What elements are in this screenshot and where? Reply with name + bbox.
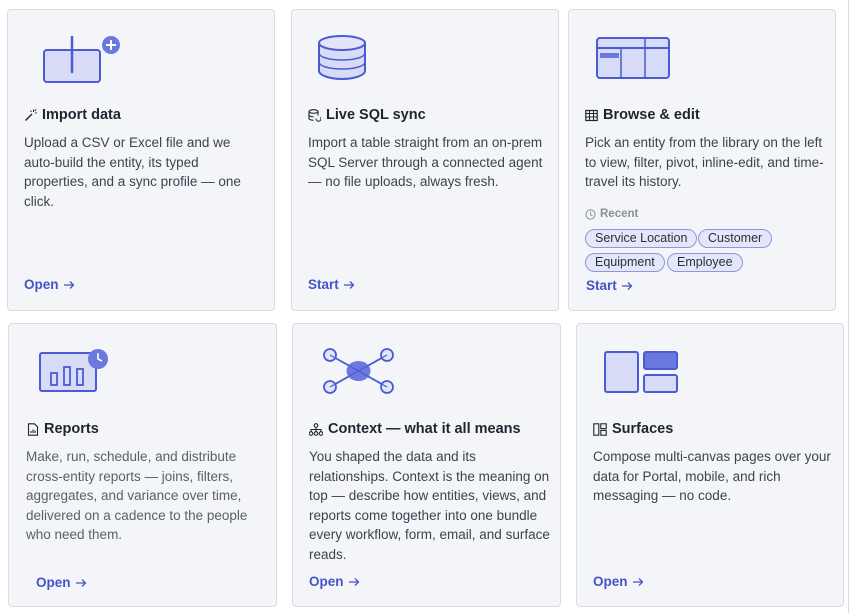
recent-label-text: Recent xyxy=(600,208,639,220)
live-sql-sync-card: Live SQL sync Import a table straight fr… xyxy=(291,9,559,311)
card-title-text: Context — what it all means xyxy=(328,421,521,437)
recent-chip-equipment[interactable]: Equipment xyxy=(585,253,665,272)
card-title-text: Reports xyxy=(44,421,99,437)
reports-description: Make, run, schedule, and distribute cros… xyxy=(26,449,248,543)
arrow-right-icon xyxy=(343,280,355,289)
card-title-text: Live SQL sync xyxy=(326,107,426,123)
context-open-link[interactable]: Open xyxy=(309,574,360,589)
scroll-divider xyxy=(848,0,849,613)
card-title-text: Import data xyxy=(42,107,121,123)
recent-chip-employee[interactable]: Employee xyxy=(667,253,743,272)
recent-chip-service-location[interactable]: Service Location xyxy=(585,229,698,248)
layout-icon xyxy=(593,422,607,436)
arrow-right-icon xyxy=(75,578,86,587)
import-data-card: Import data Upload a CSV or Excel file a… xyxy=(7,9,275,311)
surfaces-illustration xyxy=(604,351,678,393)
arrow-right-icon xyxy=(348,577,359,586)
browse-edit-description: Pick an entity from the library on the l… xyxy=(585,135,824,190)
clock-icon xyxy=(585,208,596,220)
import-open-link[interactable]: Open xyxy=(24,277,75,292)
magic-wand-icon xyxy=(25,108,37,121)
database-illustration xyxy=(318,35,366,81)
context-title: Context — what it all means xyxy=(309,421,521,437)
reports-illustration xyxy=(39,349,108,392)
report-file-icon xyxy=(27,422,39,436)
recent-label: Recent xyxy=(585,208,638,220)
action-label: Open xyxy=(24,277,59,292)
sql-start-link[interactable]: Start xyxy=(308,277,355,292)
card-title-text: Surfaces xyxy=(612,421,674,437)
live-sql-sync-description: Import a table straight from an on-prem … xyxy=(308,135,543,190)
surfaces-open-link[interactable]: Open xyxy=(593,574,644,589)
reports-open-link[interactable]: Open xyxy=(36,575,87,590)
arrow-right-icon xyxy=(632,577,643,586)
import-illustration xyxy=(43,35,120,83)
card-title-text: Browse & edit xyxy=(603,107,700,123)
browse-edit-card: Browse & edit Pick an entity from the li… xyxy=(568,9,836,311)
import-data-title: Import data xyxy=(24,107,121,123)
arrow-right-icon xyxy=(621,281,633,290)
surfaces-title: Surfaces xyxy=(593,421,673,437)
reports-title: Reports xyxy=(27,421,99,437)
surfaces-description: Compose multi-canvas pages over your dat… xyxy=(593,449,831,504)
import-data-description: Upload a CSV or Excel file and we auto-b… xyxy=(24,135,241,209)
database-icon xyxy=(308,108,321,122)
browse-start-link[interactable]: Start xyxy=(586,278,633,293)
action-label: Start xyxy=(308,277,339,292)
context-illustration xyxy=(323,348,394,394)
context-description: You shaped the data and its relationship… xyxy=(309,449,550,562)
action-label: Open xyxy=(593,574,628,589)
hierarchy-icon xyxy=(309,422,323,436)
table-icon xyxy=(585,109,598,121)
live-sql-sync-title: Live SQL sync xyxy=(308,107,426,123)
surfaces-card: Surfaces Compose multi-canvas pages over… xyxy=(576,323,844,607)
action-label: Open xyxy=(36,575,71,590)
table-illustration xyxy=(596,37,670,79)
context-card: Context — what it all means You shaped t… xyxy=(292,323,561,607)
action-label: Start xyxy=(586,278,617,293)
arrow-right-icon xyxy=(63,280,74,289)
action-label: Open xyxy=(309,574,344,589)
recent-chip-customer[interactable]: Customer xyxy=(698,229,773,248)
reports-card: Reports Make, run, schedule, and distrib… xyxy=(8,323,277,607)
browse-edit-title: Browse & edit xyxy=(585,107,700,123)
